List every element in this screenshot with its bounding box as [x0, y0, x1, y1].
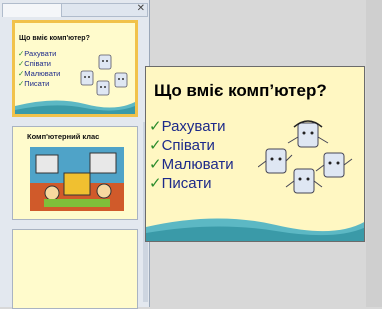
list-item: ✓Співати	[18, 59, 51, 68]
list-item: ✓Писати	[18, 79, 50, 88]
tab-slides[interactable]	[3, 4, 62, 17]
list-item: ✓Рахувати	[18, 49, 57, 58]
wave-decoration	[146, 218, 364, 241]
list-item: ✓Співати	[149, 137, 215, 154]
wave-decoration	[15, 100, 135, 114]
check-icon: ✓	[149, 175, 162, 192]
slides-panel: ✕ Що вміє комп'ютер? ✓Рахувати ✓Співати …	[0, 0, 150, 309]
slide-thumbnail-1[interactable]: Що вміє комп'ютер? ✓Рахувати ✓Співати ✓М…	[12, 20, 138, 117]
window-edge	[366, 0, 382, 307]
computer-characters-illustration	[258, 120, 353, 194]
computer-characters-illustration	[80, 54, 128, 96]
list-item: ✓Писати	[149, 175, 212, 192]
main-slide: Що вміє комп’ютер? ✓Рахувати ✓Співати ✓М…	[145, 66, 365, 242]
slide-thumbnail-2[interactable]: Комп'ютерний клас	[12, 126, 138, 220]
list-item: ✓Малювати	[149, 156, 234, 173]
check-icon: ✓	[149, 118, 162, 135]
list-item: ✓Рахувати	[149, 118, 226, 135]
slide-2-title: Комп'ютерний клас	[27, 132, 100, 141]
slide-1-title: Що вміє комп'ютер?	[19, 35, 90, 42]
slide-title: Що вміє комп’ютер?	[154, 81, 327, 100]
slide-1-list: ✓Рахувати ✓Співати ✓Малювати ✓Писати	[18, 49, 60, 89]
check-icon: ✓	[149, 156, 162, 173]
check-icon: ✓	[149, 137, 162, 154]
close-icon[interactable]: ✕	[137, 2, 145, 16]
panel-tab-bar: ✕	[2, 3, 148, 17]
slide-thumbnail-3[interactable]	[12, 229, 138, 309]
list-item: ✓Малювати	[18, 69, 61, 78]
slide-bullet-list: ✓Рахувати ✓Співати ✓Малювати ✓Писати	[149, 117, 234, 193]
classroom-picture	[30, 147, 124, 211]
